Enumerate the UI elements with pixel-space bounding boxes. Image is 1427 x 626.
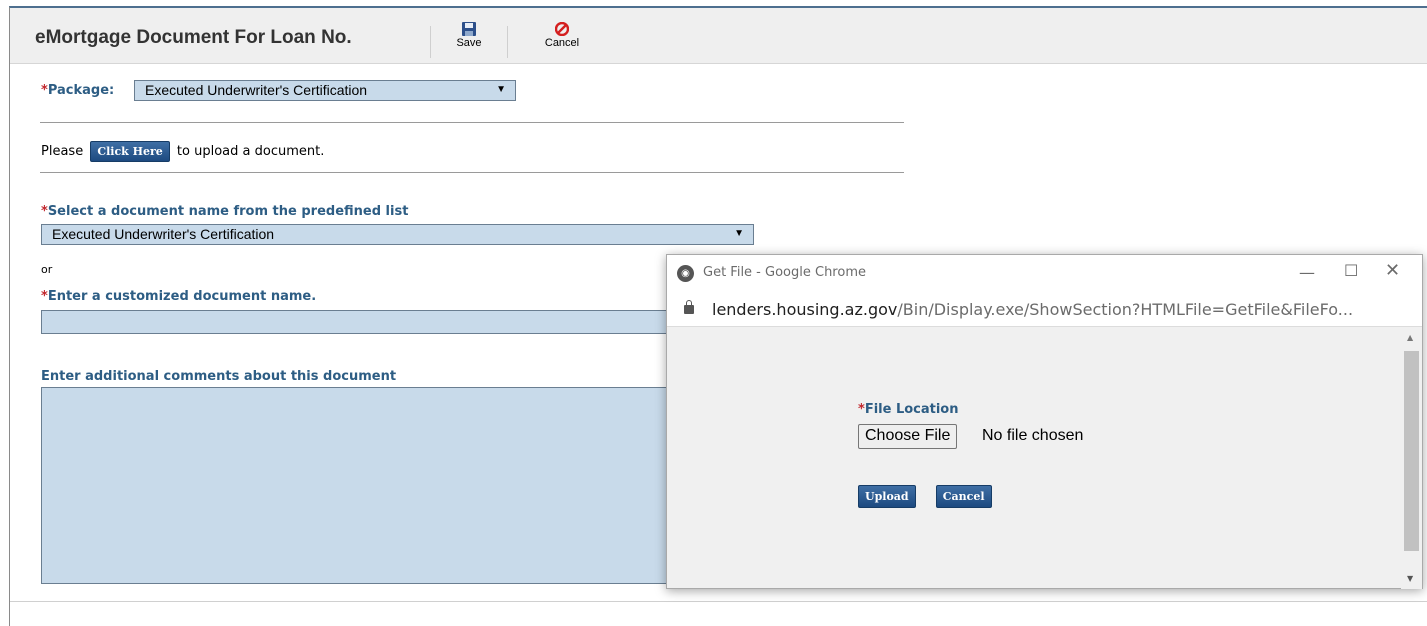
scroll-thumb[interactable] [1404,351,1419,551]
divider [40,172,904,173]
no-entry-icon [555,22,569,36]
upload-instructions: Please Click Here to upload a document. [41,141,324,162]
dropdown-arrow-icon: ▼ [734,228,744,239]
maximize-icon[interactable]: ☐ [1344,261,1358,280]
lock-icon [684,300,694,314]
package-select-value: Executed Underwriter's Certification [145,82,368,98]
scroll-down-icon[interactable]: ▼ [1407,574,1413,583]
scroll-up-icon[interactable]: ▲ [1407,333,1413,342]
popup-titlebar[interactable]: ◉ Get File - Google Chrome — ☐ ✕ [667,255,1422,293]
toolbar-divider [430,26,431,58]
cancel-label: Cancel [544,37,580,49]
or-text: or [41,263,53,276]
package-select[interactable]: Executed Underwriter's Certification ▼ [134,80,516,101]
page-header: eMortgage Document For Loan No. Save Can… [10,8,1427,64]
click-here-button[interactable]: Click Here [90,141,170,162]
upload-button[interactable]: Upload [858,485,916,508]
divider [40,122,904,123]
no-file-chosen-text: No file chosen [982,427,1084,444]
predefined-select-value: Executed Underwriter's Certification [52,226,275,242]
choose-file-button[interactable]: Choose File [858,424,958,449]
popup-scrollbar[interactable]: ▲ ▼ [1401,327,1422,589]
custom-name-label: *Enter a customized document name. [41,289,317,304]
popup-actions: Upload Cancel [858,485,992,508]
save-label: Save [456,37,482,49]
bottom-divider [10,601,1427,602]
url-text: lenders.housing.az.gov/Bin/Display.exe/S… [712,300,1354,319]
get-file-popup-window: ◉ Get File - Google Chrome — ☐ ✕ lenders… [666,254,1423,589]
toolbar-divider [507,26,508,58]
cancel-button[interactable]: Cancel [542,22,582,49]
comments-textarea[interactable] [41,387,681,584]
comments-label: Enter additional comments about this doc… [41,369,397,384]
globe-icon: ◉ [677,265,694,282]
custom-name-input[interactable] [41,310,681,334]
predefined-document-select[interactable]: Executed Underwriter's Certification ▼ [41,224,754,245]
popup-cancel-button[interactable]: Cancel [935,485,992,508]
file-location-label: *File Location [858,402,959,417]
address-bar[interactable]: lenders.housing.az.gov/Bin/Display.exe/S… [667,293,1422,327]
predefined-list-label: *Select a document name from the predefi… [41,204,409,219]
package-field-label: *Package: [41,83,115,98]
dropdown-arrow-icon: ▼ [496,84,506,95]
close-icon[interactable]: ✕ [1385,260,1400,281]
page-title: eMortgage Document For Loan No. [35,27,352,48]
floppy-disk-icon [462,22,476,36]
save-button[interactable]: Save [454,22,484,49]
popup-window-title: Get File - Google Chrome [703,265,866,280]
minimize-icon[interactable]: — [1299,263,1315,282]
